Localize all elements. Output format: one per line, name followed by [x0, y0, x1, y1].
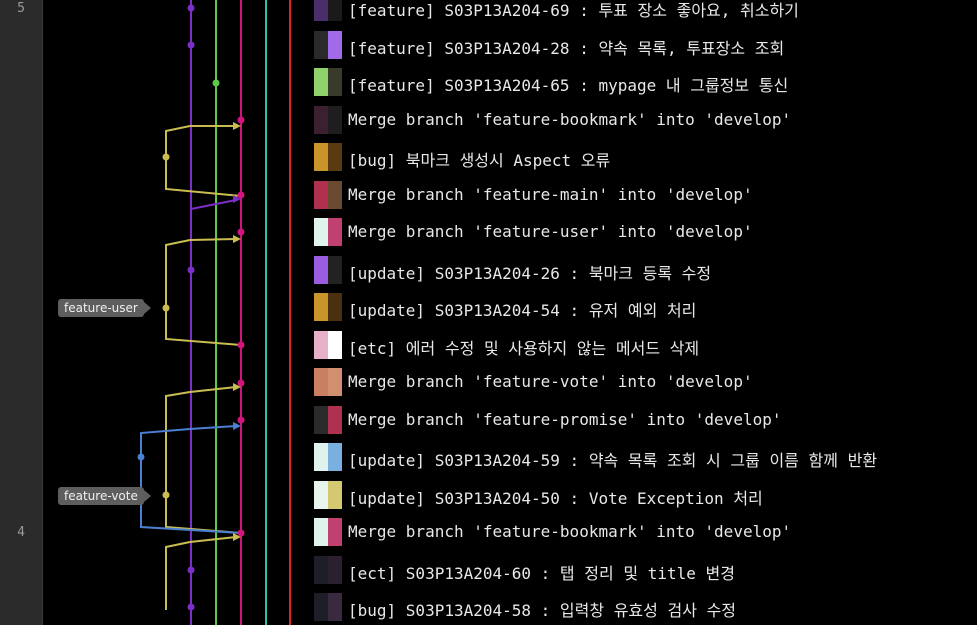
commit-row[interactable]: [ect] S03P13A204-60 : 탭 정리 및 title 변경: [314, 556, 974, 584]
commit-message: [feature] S03P13A204-28 : 약속 목록, 투표장소 조회: [348, 39, 785, 58]
edge-feature-vote: [165, 495, 242, 534]
commit-message: [bug] S03P13A204-58 : 입력창 유효성 검사 수정: [348, 601, 737, 620]
branch-tag-feature-user[interactable]: feature-user: [58, 299, 151, 317]
author-avatar: [314, 68, 342, 96]
author-avatar: [314, 368, 342, 396]
branch-tag-feature-vote[interactable]: feature-vote: [58, 487, 151, 505]
commit-message: Merge branch 'feature-bookmark' into 'de…: [348, 110, 792, 129]
edge-feature-promise: [140, 425, 237, 457]
commit-row[interactable]: [update] S03P13A204-26 : 북마크 등록 수정: [314, 256, 974, 284]
commit-node: [237, 341, 245, 349]
commit-message: [etc] 에러 수정 및 사용하지 않는 메서드 삭제: [348, 339, 700, 358]
commit-node: [237, 191, 245, 199]
author-avatar: [314, 481, 342, 509]
author-avatar: [314, 593, 342, 621]
commit-message: Merge branch 'feature-vote' into 'develo…: [348, 372, 753, 391]
commit-message: [feature] S03P13A204-69 : 투표 장소 좋아요, 취소하…: [348, 1, 799, 20]
commit-row[interactable]: [update] S03P13A204-54 : 유저 예외 처리: [314, 293, 974, 321]
author-avatar: [314, 256, 342, 284]
commit-message: Merge branch 'feature-main' into 'develo…: [348, 185, 753, 204]
commit-message: [update] S03P13A204-54 : 유저 예외 처리: [348, 301, 697, 320]
commit-row[interactable]: [feature] S03P13A204-28 : 약속 목록, 투표장소 조회: [314, 31, 974, 59]
commit-message: [ect] S03P13A204-60 : 탭 정리 및 title 변경: [348, 564, 735, 583]
commit-row[interactable]: Merge branch 'feature-vote' into 'develo…: [314, 368, 974, 396]
author-avatar: [314, 331, 342, 359]
commit-node: [187, 266, 195, 274]
author-avatar: [314, 143, 342, 171]
merge-arrow: [233, 235, 241, 243]
commit-message: Merge branch 'feature-promise' into 'dev…: [348, 410, 782, 429]
commit-row[interactable]: Merge branch 'feature-user' into 'develo…: [314, 218, 974, 246]
edge-feature-bookmark: [165, 125, 236, 157]
commit-message: [feature] S03P13A204-65 : mypage 내 그룹정보 …: [348, 76, 789, 95]
author-avatar: [314, 31, 342, 59]
commit-row[interactable]: Merge branch 'feature-bookmark' into 'de…: [314, 518, 974, 546]
author-avatar: [314, 406, 342, 434]
commit-row[interactable]: [feature] S03P13A204-65 : mypage 내 그룹정보 …: [314, 68, 974, 96]
commit-node: [137, 453, 145, 461]
commit-node: [212, 79, 220, 87]
commit-message: [update] S03P13A204-59 : 약속 목록 조회 시 그룹 이…: [348, 451, 878, 470]
commit-row[interactable]: Merge branch 'feature-bookmark' into 'de…: [314, 106, 974, 134]
edge-feature-vote: [165, 386, 237, 495]
commit-message: [bug] 북마크 생성시 Aspect 오류: [348, 151, 611, 170]
commit-message: [update] S03P13A204-26 : 북마크 등록 수정: [348, 264, 712, 283]
author-avatar: [314, 181, 342, 209]
commit-row[interactable]: [update] S03P13A204-59 : 약속 목록 조회 시 그룹 이…: [314, 443, 974, 471]
author-avatar: [314, 556, 342, 584]
commit-graph: [137, 0, 291, 625]
edge-feature-user: [165, 238, 237, 308]
commit-row[interactable]: [etc] 에러 수정 및 사용하지 않는 메서드 삭제: [314, 331, 974, 359]
commit-row[interactable]: Merge branch 'feature-main' into 'develo…: [314, 181, 974, 209]
commit-node: [187, 566, 195, 574]
commit-row[interactable]: [update] S03P13A204-50 : Vote Exception …: [314, 481, 974, 509]
commit-node: [237, 116, 245, 124]
commit-node: [237, 228, 245, 236]
author-avatar: [314, 0, 342, 21]
commit-message: Merge branch 'feature-user' into 'develo…: [348, 222, 753, 241]
commit-node: [187, 41, 195, 49]
author-avatar: [314, 443, 342, 471]
commit-message: [update] S03P13A204-50 : Vote Exception …: [348, 489, 763, 508]
author-avatar: [314, 106, 342, 134]
commit-message: Merge branch 'feature-bookmark' into 'de…: [348, 522, 792, 541]
author-avatar: [314, 218, 342, 246]
edge-feature-user: [165, 308, 242, 346]
commit-node: [162, 491, 170, 499]
commit-row[interactable]: [feature] S03P13A204-69 : 투표 장소 좋아요, 취소하…: [314, 0, 974, 21]
commit-node: [237, 529, 245, 537]
commit-node: [187, 603, 195, 611]
author-avatar: [314, 518, 342, 546]
edge-feature-bookmark: [165, 157, 242, 197]
commit-node: [187, 4, 195, 12]
commit-node: [162, 153, 170, 161]
commit-row[interactable]: [bug] 북마크 생성시 Aspect 오류: [314, 143, 974, 171]
commit-row[interactable]: [bug] S03P13A204-58 : 입력창 유효성 검사 수정: [314, 593, 974, 621]
commit-node: [237, 416, 245, 424]
author-avatar: [314, 293, 342, 321]
commit-row[interactable]: Merge branch 'feature-promise' into 'dev…: [314, 406, 974, 434]
edge-feature-main: [190, 199, 237, 210]
commit-node: [162, 304, 170, 312]
commit-node: [237, 379, 245, 387]
edge-feature-bookmark-lower: [165, 536, 237, 610]
